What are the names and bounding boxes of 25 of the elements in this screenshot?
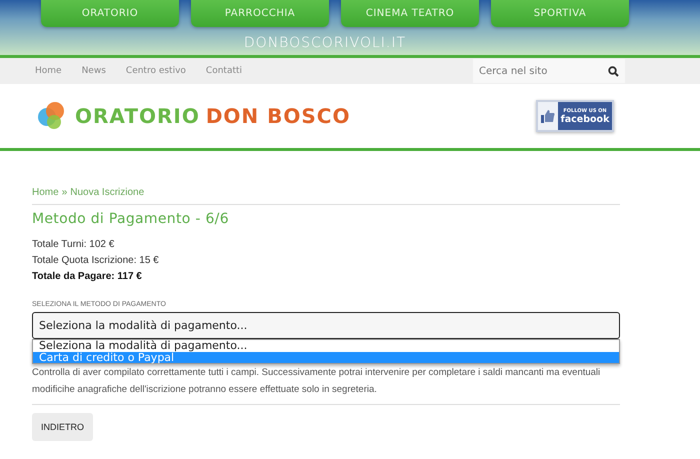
breadcrumb-link[interactable]: Nuova Iscrizione [70, 187, 144, 198]
search-icon[interactable] [608, 66, 619, 76]
section-tab[interactable]: CINEMA TEATRO [341, 0, 479, 27]
dropdown-option[interactable]: Seleziona la modalità di pagamento... [33, 340, 619, 352]
logo-text: DON BOSCO [206, 104, 350, 128]
section-tab[interactable]: SPORTIVA [491, 0, 629, 27]
nav-link[interactable]: Centro estivo [126, 66, 186, 76]
total-line: Totale Quota Iscrizione: 15 € [32, 254, 160, 268]
back-button[interactable]: INDIETRO [32, 413, 94, 441]
logo-text: ORATORIO [75, 104, 200, 128]
total-line: Totale Turni: 102 € [32, 238, 116, 252]
nav-link[interactable]: News [82, 66, 106, 76]
total-line: Totale da Pagare: 117 € [32, 270, 143, 284]
dropdown-option[interactable]: Carta di credito o Paypal [33, 352, 619, 363]
page-heading: Metodo di Pagamento - 6/6 [32, 211, 230, 227]
breadcrumb-link[interactable]: Home [32, 187, 59, 198]
breadcrumb-separator: » [62, 187, 68, 198]
nav-link[interactable]: Contatti [206, 66, 242, 76]
site-title: DONBOSCORIVOLI.IT [244, 35, 406, 51]
dropdown-list[interactable]: Seleziona la modalità di pagamento... Carta di credito o Paypal [32, 339, 620, 364]
section-tab[interactable]: PARROCCHIA [191, 0, 329, 27]
section-tab[interactable]: ORATORIO [41, 0, 179, 27]
payment-select[interactable]: Seleziona la modalità di pagamento... [32, 312, 620, 339]
nav-link[interactable]: Home [35, 66, 62, 76]
notice-text: Controlla di aver compilato correttamente tutti i campi. Successivamente potrai intervenire per completare i saldi mancanti ma eventuali modificihe anagrafiche dell'iscrizione potranno essere effettuate solo in segreteria. [32, 366, 602, 397]
